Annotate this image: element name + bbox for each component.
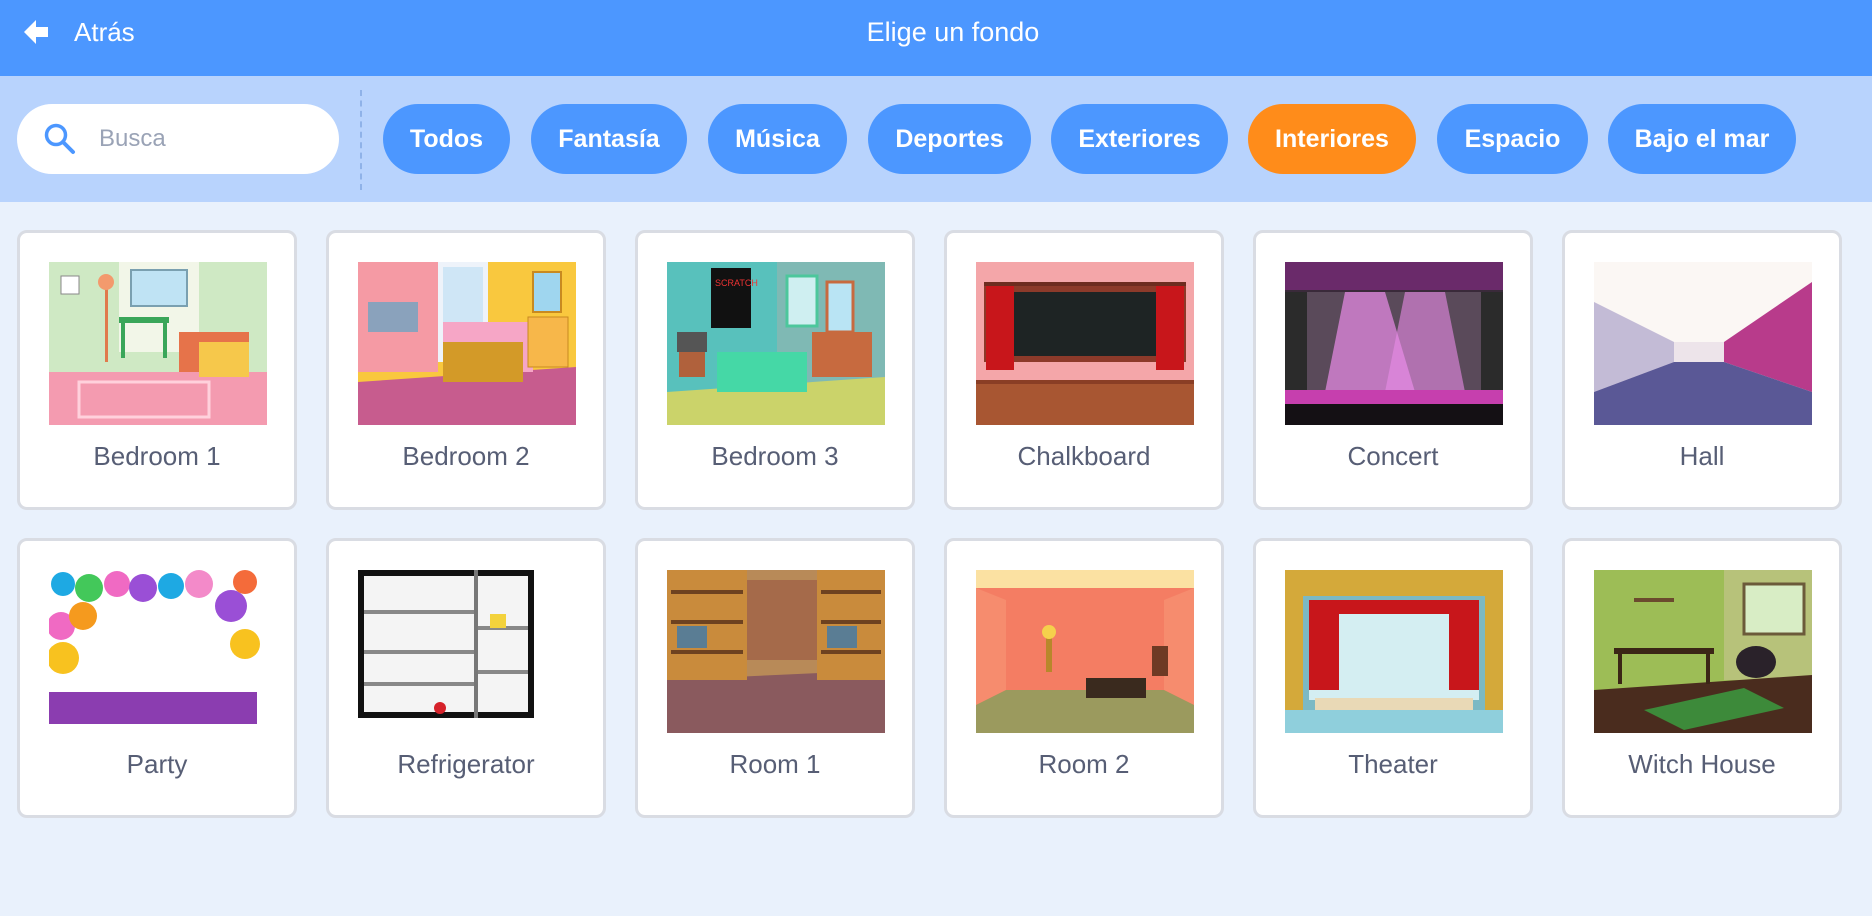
backdrop-name: Concert — [1347, 441, 1439, 471]
backdrop-thumbnail — [49, 570, 267, 733]
search-icon — [44, 123, 75, 154]
tag-todos[interactable]: Todos — [383, 104, 510, 174]
backdrop-card-bedroom-1[interactable]: Bedroom 1 — [17, 230, 297, 510]
backdrop-name: Theater — [1348, 749, 1438, 779]
backdrop-thumbnail — [358, 262, 576, 425]
backdrop-thumbnail: SCRATCH — [667, 262, 885, 425]
backdrop-thumbnail — [1594, 570, 1812, 733]
backdrop-card-witch-house[interactable]: Witch House — [1562, 538, 1842, 818]
backdrop-name: Refrigerator — [397, 749, 535, 779]
backdrop-thumbnail — [667, 570, 885, 733]
backdrop-card-room-1[interactable]: Room 1 — [635, 538, 915, 818]
backdrop-thumbnail — [1285, 262, 1503, 425]
backdrop-card-room-2[interactable]: Room 2 — [944, 538, 1224, 818]
backdrop-name: Bedroom 1 — [93, 441, 221, 471]
tag-fantasia[interactable]: Fantasía — [531, 104, 687, 174]
tag-bajo-el-mar[interactable]: Bajo el mar — [1608, 104, 1796, 174]
tag-exteriores[interactable]: Exteriores — [1051, 104, 1228, 174]
backdrop-name: Bedroom 2 — [402, 441, 530, 471]
backdrop-thumbnail — [1594, 262, 1812, 425]
backdrop-thumbnail — [358, 570, 576, 733]
backdrop-card-chalkboard[interactable]: Chalkboard — [944, 230, 1224, 510]
backdrop-name: Party — [126, 749, 188, 779]
backdrop-card-bedroom-2[interactable]: Bedroom 2 — [326, 230, 606, 510]
search-input[interactable] — [99, 125, 319, 153]
backdrop-card-refrigerator[interactable]: Refrigerator — [326, 538, 606, 818]
tag-musica[interactable]: Música — [708, 104, 847, 174]
backdrop-card-hall[interactable]: Hall — [1562, 230, 1842, 510]
tag-espacio[interactable]: Espacio — [1437, 104, 1588, 174]
backdrop-name: Bedroom 3 — [711, 441, 839, 471]
backdrop-card-concert[interactable]: Concert — [1253, 230, 1533, 510]
filter-bar: Todos Fantasía Música Deportes Exteriore… — [0, 76, 1872, 202]
page-title: Elige un fondo — [866, 17, 1040, 47]
backdrop-name: Hall — [1679, 441, 1725, 471]
backdrop-thumbnail — [976, 570, 1194, 733]
backdrop-name: Room 1 — [729, 749, 821, 779]
search-box[interactable] — [17, 104, 339, 174]
backdrop-card-bedroom-3[interactable]: SCRATCH Bedroom 3 — [635, 230, 915, 510]
backdrop-name: Witch House — [1628, 749, 1776, 779]
backdrop-name: Room 2 — [1038, 749, 1130, 779]
tag-interiores[interactable]: Interiores — [1248, 104, 1416, 174]
tag-deportes[interactable]: Deportes — [868, 104, 1031, 174]
backdrop-card-theater[interactable]: Theater — [1253, 538, 1533, 818]
backdrop-thumbnail — [1285, 570, 1503, 733]
top-bar: Atrás Elige un fondo — [0, 0, 1872, 76]
backdrop-thumbnail — [976, 262, 1194, 425]
backdrop-name: Chalkboard — [1017, 441, 1151, 471]
backdrop-card-party[interactable]: Party — [17, 538, 297, 818]
backdrop-thumbnail — [49, 262, 267, 425]
filter-divider — [360, 90, 362, 190]
svg-text:SCRATCH: SCRATCH — [715, 278, 758, 288]
